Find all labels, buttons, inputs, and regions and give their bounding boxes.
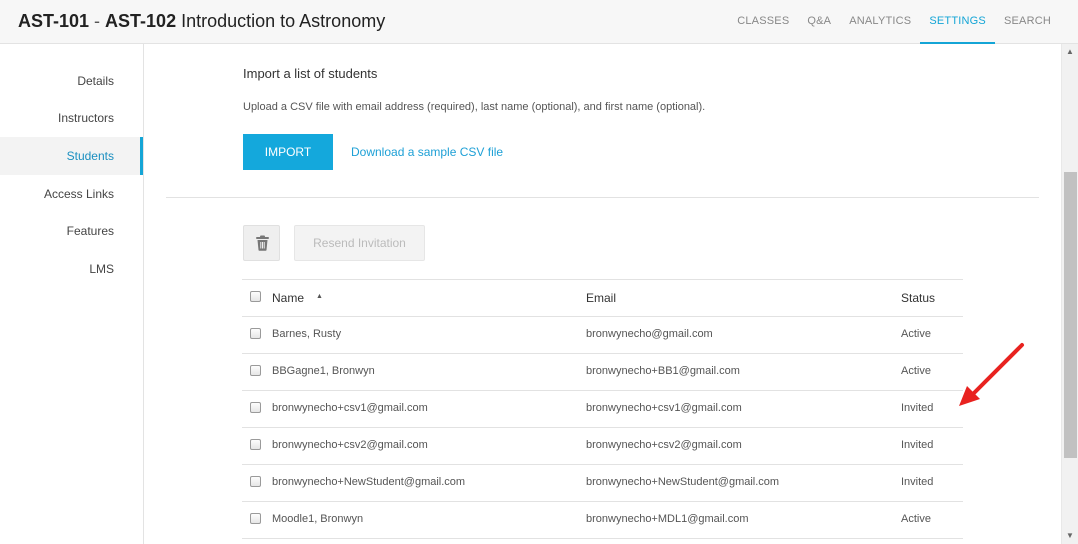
nav-classes[interactable]: CLASSES xyxy=(728,0,798,44)
download-sample-csv-link[interactable]: Download a sample CSV file xyxy=(351,145,503,159)
table-row: bronwynecho+csv1@gmail.com bronwynecho+c… xyxy=(242,391,963,428)
student-name: bronwynecho+csv2@gmail.com xyxy=(272,439,428,451)
student-email: bronwynecho@gmail.com xyxy=(586,328,713,340)
student-email: bronwynecho+NewStudent@gmail.com xyxy=(586,476,780,488)
row-checkbox[interactable] xyxy=(250,439,261,450)
table-row: bronwynecho+NewStudent@gmail.com bronwyn… xyxy=(242,465,963,502)
scroll-down-icon[interactable]: ▼ xyxy=(1062,530,1078,542)
sort-ascending-icon[interactable]: ▲ xyxy=(316,293,323,300)
student-status: Invited xyxy=(901,439,934,451)
nav-analytics[interactable]: ANALYTICS xyxy=(840,0,920,44)
student-name: bronwynecho+NewStudent@gmail.com xyxy=(272,476,466,488)
course-code-separator: - xyxy=(89,11,106,31)
select-all-checkbox[interactable] xyxy=(250,291,261,302)
course-code-1: AST-101 xyxy=(18,11,90,31)
import-button[interactable]: IMPORT xyxy=(243,134,333,170)
student-status: Invited xyxy=(901,402,934,414)
students-table: Name ▲ Email Status Barnes, Rusty bronwy… xyxy=(242,279,963,539)
student-name: BBGagne1, Bronwyn xyxy=(272,365,375,377)
student-email: bronwynecho+csv2@gmail.com xyxy=(586,439,742,451)
nav-qa[interactable]: Q&A xyxy=(798,0,840,44)
nav-search[interactable]: SEARCH xyxy=(995,0,1060,44)
column-header-email[interactable]: Email xyxy=(586,291,616,305)
settings-sidebar: Details Instructors Students Access Link… xyxy=(0,44,144,544)
table-row: Barnes, Rusty bronwynecho@gmail.com Acti… xyxy=(242,317,963,354)
nav-settings[interactable]: SETTINGS xyxy=(920,0,995,44)
import-heading: Import a list of students xyxy=(243,66,378,81)
sidebar-item-students[interactable]: Students xyxy=(0,137,143,175)
sidebar-item-details[interactable]: Details xyxy=(0,62,143,100)
student-name: Moodle1, Bronwyn xyxy=(272,513,364,525)
student-email: bronwynecho+MDL1@gmail.com xyxy=(586,513,749,525)
top-nav: CLASSES Q&A ANALYTICS SETTINGS SEARCH xyxy=(728,0,1060,44)
section-divider xyxy=(166,197,1039,198)
course-code-2: AST-102 xyxy=(105,11,177,31)
top-header: AST-101 - AST-102 Introduction to Astron… xyxy=(0,0,1078,44)
row-checkbox[interactable] xyxy=(250,402,261,413)
resend-invitation-button[interactable]: Resend Invitation xyxy=(294,225,425,261)
row-checkbox[interactable] xyxy=(250,513,261,524)
row-checkbox[interactable] xyxy=(250,328,261,339)
table-header-row: Name ▲ Email Status xyxy=(242,279,963,317)
vertical-scrollbar[interactable]: ▲ ▼ xyxy=(1061,44,1078,544)
table-row: Moodle1, Bronwyn bronwynecho+MDL1@gmail.… xyxy=(242,502,963,539)
scroll-up-icon[interactable]: ▲ xyxy=(1062,46,1078,58)
student-email: bronwynecho+BB1@gmail.com xyxy=(586,365,740,377)
row-checkbox[interactable] xyxy=(250,365,261,376)
student-status: Active xyxy=(901,365,931,377)
scrollbar-thumb[interactable] xyxy=(1064,172,1077,458)
sidebar-item-lms[interactable]: LMS xyxy=(0,250,143,288)
student-status: Active xyxy=(901,513,931,525)
student-name: Barnes, Rusty xyxy=(272,328,342,340)
student-status: Invited xyxy=(901,476,934,488)
sidebar-item-instructors[interactable]: Instructors xyxy=(0,99,143,137)
sidebar-item-features[interactable]: Features xyxy=(0,212,143,250)
column-header-status[interactable]: Status xyxy=(901,291,935,305)
row-checkbox[interactable] xyxy=(250,476,261,487)
table-row: BBGagne1, Bronwyn bronwynecho+BB1@gmail.… xyxy=(242,354,963,391)
sidebar-item-access-links[interactable]: Access Links xyxy=(0,175,143,213)
column-header-name[interactable]: Name xyxy=(272,291,304,305)
course-name: Introduction to Astronomy xyxy=(176,11,386,31)
delete-button[interactable] xyxy=(243,225,280,261)
import-description: Upload a CSV file with email address (re… xyxy=(243,101,706,113)
student-name: bronwynecho+csv1@gmail.com xyxy=(272,402,428,414)
annotation-arrow-icon xyxy=(959,343,1024,406)
course-title: AST-101 - AST-102 Introduction to Astron… xyxy=(18,11,385,32)
student-email: bronwynecho+csv1@gmail.com xyxy=(586,402,742,414)
student-status: Active xyxy=(901,328,931,340)
trash-icon xyxy=(256,235,269,251)
table-row: bronwynecho+csv2@gmail.com bronwynecho+c… xyxy=(242,428,963,465)
